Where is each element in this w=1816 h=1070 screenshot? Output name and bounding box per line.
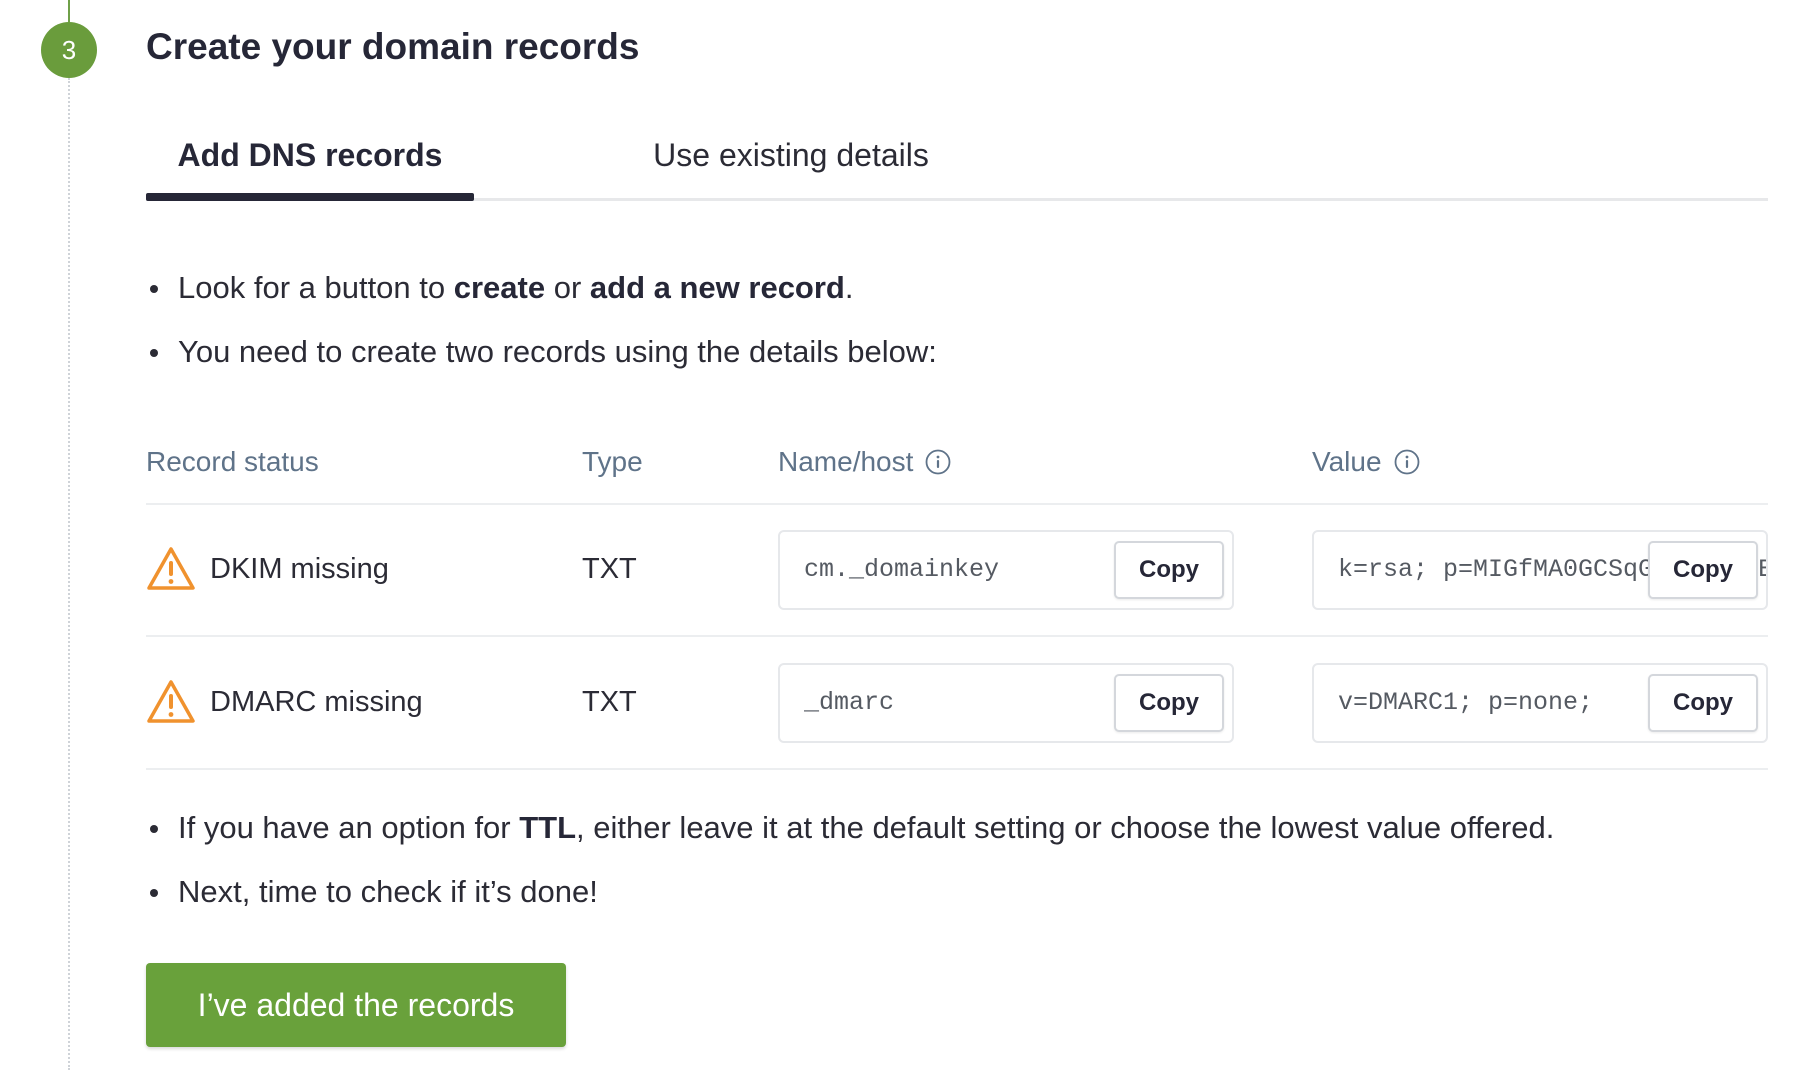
warning-triangle-icon	[147, 547, 195, 590]
instruction-ttl: If you have an option for TTL, either le…	[146, 796, 1554, 860]
step-connector-top	[68, 0, 70, 22]
copy-value-button[interactable]: Copy	[1648, 674, 1758, 732]
record-status-dkim: DKIM missing	[146, 522, 389, 616]
info-circle-icon[interactable]	[925, 449, 951, 475]
header-name-host: Name/host	[778, 446, 951, 478]
tab-use-existing-details[interactable]: Use existing details	[601, 112, 981, 198]
record-type: TXT	[582, 685, 637, 718]
tab-add-dns-records[interactable]: Add DNS records	[146, 112, 474, 201]
record-tabs: Add DNS records Use existing details	[146, 112, 1768, 201]
header-type: Type	[582, 446, 643, 477]
copy-name-button[interactable]: Copy	[1114, 541, 1224, 599]
name-host-value[interactable]: cm._domainkey	[804, 532, 1102, 608]
header-record-status: Record status	[146, 446, 319, 477]
instruction-create-record: Look for a button to create or add a new…	[146, 256, 937, 320]
info-circle-icon[interactable]	[1394, 449, 1420, 475]
step-title: Create your domain records	[146, 26, 640, 67]
warning-triangle-icon	[147, 680, 195, 723]
copy-name-button[interactable]: Copy	[1114, 674, 1224, 732]
table-header-divider	[146, 503, 1768, 505]
instruction-check-done: Next, time to check if it’s done!	[146, 860, 1554, 924]
header-value: Value	[1312, 446, 1420, 478]
records-added-button[interactable]: I’ve added the records	[146, 963, 566, 1047]
row-divider	[146, 635, 1768, 637]
name-host-field: _dmarc Copy	[778, 663, 1234, 743]
ttl-instructions-list: If you have an option for TTL, either le…	[146, 796, 1554, 924]
table-row-dkim: DKIM missing TXT cm._domainkey Copy k=rs…	[146, 522, 1768, 616]
name-host-field: cm._domainkey Copy	[778, 530, 1234, 610]
copy-value-button[interactable]: Copy	[1648, 541, 1758, 599]
instructions-list: Look for a button to create or add a new…	[146, 256, 937, 384]
table-row-dmarc: DMARC missing TXT _dmarc Copy v=DMARC1; …	[146, 655, 1768, 749]
record-status-dmarc: DMARC missing	[146, 655, 423, 749]
instruction-two-records: You need to create two records using the…	[146, 320, 937, 384]
step-number-badge: 3	[41, 22, 97, 78]
record-type: TXT	[582, 552, 637, 585]
row-divider	[146, 768, 1768, 770]
value-field: v=DMARC1; p=none; Copy	[1312, 663, 1768, 743]
step-connector-dotted	[68, 78, 70, 1070]
value-field: k=rsa; p=MIGfMA0GCSqGSIb3DQEB Copy	[1312, 530, 1768, 610]
name-host-value[interactable]: _dmarc	[804, 665, 1102, 741]
